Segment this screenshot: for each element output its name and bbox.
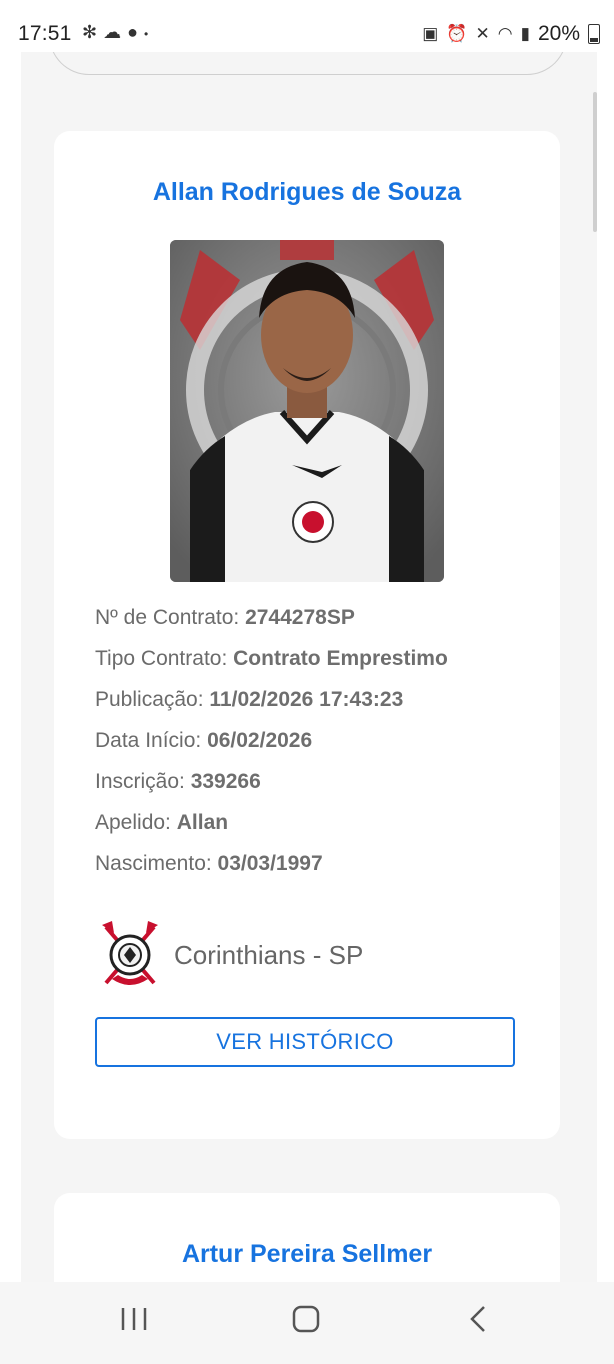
player-photo xyxy=(170,240,444,582)
status-bar: 17:51 ✻☁●• ▣ ⏰ ✕ ◠ ▮ 20% xyxy=(0,0,614,52)
field-label: Nº de Contrato: xyxy=(95,606,246,629)
contract-info: Nº de Contrato: 2744278SP Tipo Contrato:… xyxy=(95,597,448,884)
field-label: Publicação: xyxy=(95,688,210,711)
registration-row: Inscrição: 339266 xyxy=(95,761,448,802)
contract-list[interactable]: Allan Rodrigues de Souza Nº de Contrato:… xyxy=(21,52,597,1282)
contract-type-row: Tipo Contrato: Contrato Emprestimo xyxy=(95,638,448,679)
registration-number: 339266 xyxy=(190,770,261,793)
mute-icon: ✕ xyxy=(475,24,490,43)
clock: 17:51 xyxy=(18,22,72,45)
field-label: Tipo Contrato: xyxy=(95,647,234,670)
nickname-row: Apelido: Allan xyxy=(95,802,448,843)
signal-icon: ▮ xyxy=(520,24,530,43)
chat-icon: ● xyxy=(127,22,144,42)
dot-icon: • xyxy=(143,27,155,41)
wifi-icon: ◠ xyxy=(497,24,513,43)
publication-date: 11/02/2026 17:43:23 xyxy=(209,688,404,711)
birth-date: 03/03/1997 xyxy=(217,852,323,875)
start-date-row: Data Início: 06/02/2026 xyxy=(95,720,448,761)
system-icons: ▣ ⏰ ✕ ◠ ▮ 20% xyxy=(422,22,600,46)
contract-number: 2744278SP xyxy=(245,606,355,629)
contract-number-row: Nº de Contrato: 2744278SP xyxy=(95,597,448,638)
back-icon[interactable] xyxy=(468,1304,488,1334)
previous-card-edge xyxy=(49,52,567,75)
player-card: Allan Rodrigues de Souza Nº de Contrato:… xyxy=(54,131,560,1139)
field-label: Nascimento: xyxy=(95,852,218,875)
publication-row: Publicação: 11/02/2026 17:43:23 xyxy=(95,679,448,720)
cloud-icon: ☁ xyxy=(103,22,128,42)
system-navigation-bar xyxy=(0,1282,614,1364)
battery-text: 20% xyxy=(537,22,580,45)
lock-icon: ▣ xyxy=(422,24,439,43)
nickname: Allan xyxy=(176,811,229,834)
contract-type: Contrato Emprestimo xyxy=(233,647,448,670)
corinthians-crest-icon xyxy=(102,921,158,985)
field-label: Inscrição: xyxy=(95,770,191,793)
club-row: Corinthians - SP xyxy=(102,921,363,989)
alarm-icon: ⏰ xyxy=(446,24,468,43)
field-label: Data Início: xyxy=(95,729,208,752)
player-name: Artur Pereira Sellmer xyxy=(181,1240,433,1268)
home-icon[interactable] xyxy=(291,1304,321,1334)
start-date: 06/02/2026 xyxy=(207,729,313,752)
recent-apps-icon[interactable] xyxy=(120,1304,148,1334)
club-name: Corinthians - SP xyxy=(174,939,364,970)
player-photo-art xyxy=(170,240,444,582)
view-history-button[interactable]: VER HISTÓRICO xyxy=(95,1017,515,1067)
fan-icon: ✻ xyxy=(82,22,104,42)
field-label: Apelido: xyxy=(95,811,177,834)
birth-date-row: Nascimento: 03/03/1997 xyxy=(95,843,448,884)
player-card: Artur Pereira Sellmer xyxy=(54,1193,560,1282)
player-name: Allan Rodrigues de Souza xyxy=(152,178,462,206)
notification-icons: ✻☁●• xyxy=(82,22,154,43)
battery-icon xyxy=(588,24,600,44)
scrollbar[interactable] xyxy=(593,92,597,232)
